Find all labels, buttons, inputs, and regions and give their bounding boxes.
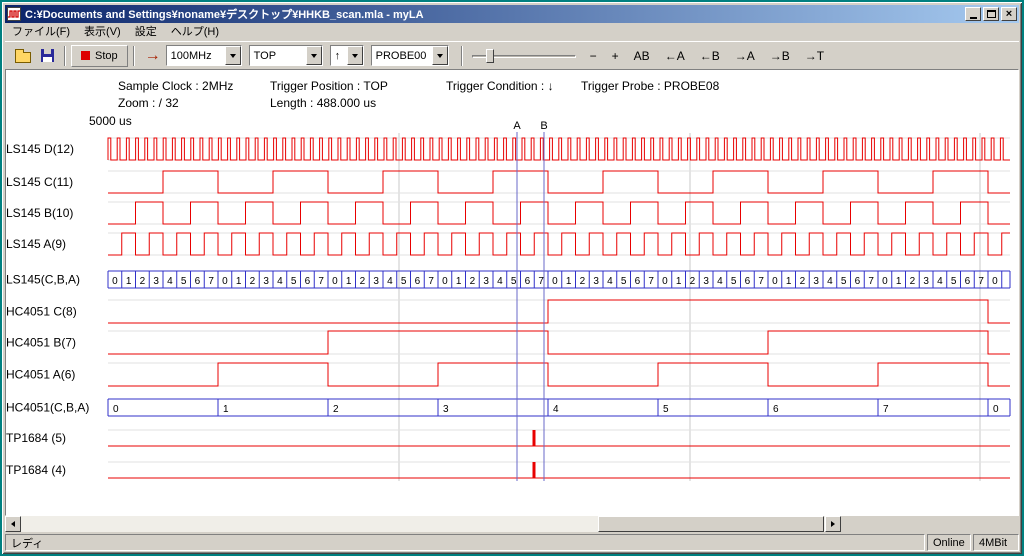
length-text: Length : 488.000 us bbox=[270, 96, 376, 110]
trigger-position-text: Trigger Position : TOP bbox=[270, 79, 388, 93]
status-bar: レディ Online 4MBit bbox=[5, 534, 1019, 551]
toolbar-separator bbox=[461, 46, 463, 66]
open-button[interactable] bbox=[11, 45, 35, 67]
trigger-position-value: TOP bbox=[254, 50, 276, 62]
maximize-button[interactable] bbox=[983, 7, 999, 21]
goto-cursor-a-button[interactable]: ←A bbox=[659, 45, 691, 67]
trigger-probe-text: Trigger Probe : PROBE08 bbox=[581, 79, 719, 93]
trigger-probe-select[interactable]: PROBE00 bbox=[371, 45, 449, 66]
menu-file[interactable]: ファイル(F) bbox=[5, 24, 77, 40]
trigger-position-select[interactable]: TOP bbox=[249, 45, 323, 66]
minimize-icon bbox=[970, 17, 977, 19]
chevron-down-icon[interactable] bbox=[225, 46, 241, 65]
zoom-text: Zoom : / 32 bbox=[118, 96, 179, 110]
close-icon: × bbox=[1006, 9, 1012, 20]
close-button[interactable]: × bbox=[1001, 7, 1017, 21]
trigger-edge-select[interactable]: ↑ bbox=[330, 45, 364, 66]
status-online: Online bbox=[927, 534, 971, 551]
zoom-in-button[interactable]: + bbox=[606, 45, 625, 67]
stop-button[interactable]: Stop bbox=[71, 45, 128, 67]
sample-clock-text: Sample Clock : 2MHz bbox=[118, 79, 233, 93]
trigger-probe-value: PROBE00 bbox=[376, 50, 427, 62]
run-button[interactable]: → bbox=[140, 45, 166, 67]
toolbar-separator bbox=[133, 46, 135, 66]
trigger-condition-text: Trigger Condition : ↓ bbox=[446, 79, 554, 93]
zoom-out-button[interactable]: − bbox=[584, 45, 603, 67]
menu-help[interactable]: ヘルプ(H) bbox=[164, 24, 226, 40]
save-floppy-icon bbox=[41, 49, 54, 62]
set-cursor-b-button[interactable]: →B bbox=[764, 45, 796, 67]
timescale-label: 5000 us bbox=[89, 114, 132, 128]
open-folder-icon bbox=[15, 52, 31, 63]
window-title: C:¥Documents and Settings¥noname¥デスクトップ¥… bbox=[25, 6, 963, 22]
sample-rate-value: 100MHz bbox=[171, 50, 212, 62]
zoom-slider-thumb[interactable] bbox=[486, 49, 494, 63]
title-bar[interactable]: C:¥Documents and Settings¥noname¥デスクトップ¥… bbox=[5, 5, 1019, 23]
scroll-left-icon bbox=[11, 521, 15, 527]
set-cursor-a-button[interactable]: →A bbox=[729, 45, 761, 67]
chevron-down-icon[interactable] bbox=[347, 46, 363, 65]
cursor-ab-button[interactable]: AB bbox=[628, 45, 656, 67]
menu-settings[interactable]: 設定 bbox=[128, 24, 164, 40]
menu-view[interactable]: 表示(V) bbox=[77, 24, 128, 40]
minimize-button[interactable] bbox=[965, 7, 981, 21]
save-button[interactable] bbox=[35, 45, 59, 67]
chevron-down-icon[interactable] bbox=[432, 46, 448, 65]
sample-rate-select[interactable]: 100MHz bbox=[166, 45, 242, 66]
app-window: C:¥Documents and Settings¥noname¥デスクトップ¥… bbox=[2, 2, 1022, 554]
maximize-icon bbox=[987, 10, 996, 18]
scroll-right-button[interactable] bbox=[825, 516, 841, 532]
zoom-slider[interactable] bbox=[472, 45, 576, 67]
menu-bar: ファイル(F) 表示(V) 設定 ヘルプ(H) bbox=[5, 23, 1019, 41]
goto-cursor-b-button[interactable]: ←B bbox=[694, 45, 726, 67]
stop-icon bbox=[81, 51, 90, 60]
trigger-edge-value: ↑ bbox=[335, 50, 341, 62]
waveform-client: Sample Clock : 2MHz Trigger Position : T… bbox=[5, 69, 1019, 516]
scrollbar-thumb[interactable] bbox=[598, 516, 824, 532]
scroll-right-icon bbox=[831, 521, 835, 527]
status-memory: 4MBit bbox=[973, 534, 1019, 551]
toolbar-separator bbox=[64, 46, 66, 66]
scroll-left-button[interactable] bbox=[5, 516, 21, 532]
chevron-down-icon[interactable] bbox=[306, 46, 322, 65]
status-ready: レディ bbox=[5, 534, 925, 551]
toolbar: Stop → 100MHz TOP ↑ PROBE00 − + AB ←A ←B bbox=[5, 41, 1019, 69]
goto-trigger-button[interactable]: →T bbox=[799, 45, 830, 67]
app-icon bbox=[7, 7, 21, 21]
horizontal-scrollbar[interactable] bbox=[5, 516, 841, 532]
stop-label: Stop bbox=[95, 50, 118, 62]
